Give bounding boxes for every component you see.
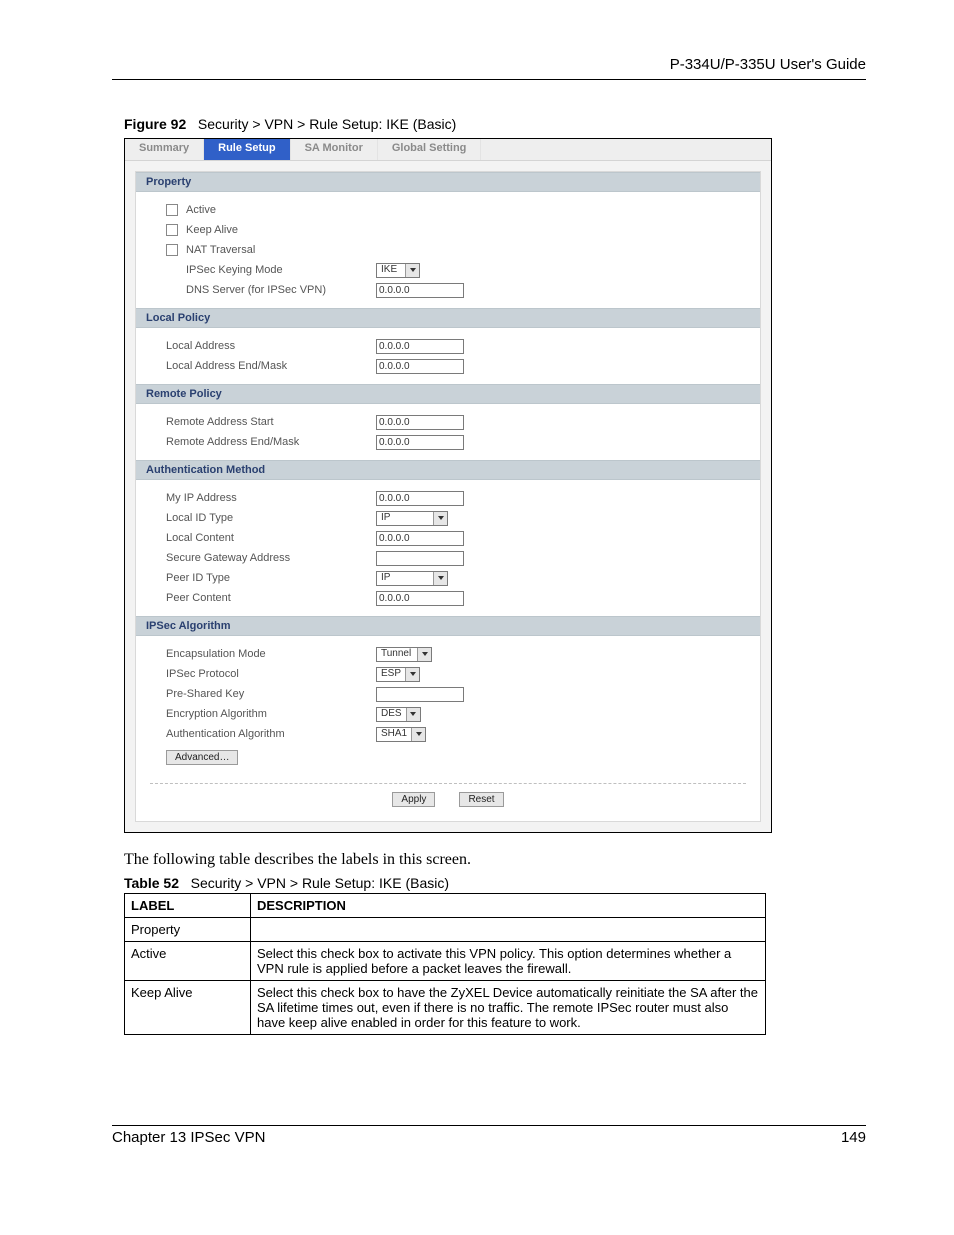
auth-algo-label: Authentication Algorithm [166,724,376,744]
remote-address-start-label: Remote Address Start [166,412,376,432]
active-label: Active [186,200,396,220]
local-address-input[interactable]: 0.0.0.0 [376,339,464,354]
encap-mode-label: Encapsulation Mode [166,644,376,664]
peer-id-type-select[interactable]: IP [376,571,448,586]
auth-algo-select[interactable]: SHA1 [376,727,426,742]
section-local-policy-header: Local Policy [136,308,760,328]
active-checkbox[interactable] [166,204,178,216]
peer-id-type-label: Peer ID Type [166,568,376,588]
keep-alive-label: Keep Alive [186,220,396,240]
local-content-label: Local Content [166,528,376,548]
tab-sa-monitor[interactable]: SA Monitor [291,139,378,160]
table-caption: Table 52 Security > VPN > Rule Setup: IK… [124,875,866,891]
section-property-header: Property [136,172,760,192]
secure-gateway-label: Secure Gateway Address [166,548,376,568]
chevron-down-icon [433,512,447,525]
chevron-down-icon [405,264,419,277]
psk-label: Pre-Shared Key [166,684,376,704]
local-address-label: Local Address [166,336,376,356]
ipsec-keying-mode-select[interactable]: IKE [376,263,420,278]
tab-bar: Summary Rule Setup SA Monitor Global Set… [125,139,771,161]
local-address-end-input[interactable]: 0.0.0.0 [376,359,464,374]
my-ip-label: My IP Address [166,488,376,508]
table-row: Keep Alive Select this check box to have… [125,981,766,1035]
keep-alive-checkbox[interactable] [166,224,178,236]
figure-caption: Figure 92 Security > VPN > Rule Setup: I… [124,116,866,132]
footer-chapter: Chapter 13 IPSec VPN [112,1129,265,1146]
footer-page: 149 [841,1129,866,1146]
nat-traversal-label: NAT Traversal [186,240,396,260]
header-rule [112,79,866,80]
ipsec-proto-select[interactable]: ESP [376,667,420,682]
body-text: The following table describes the labels… [124,851,866,869]
secure-gateway-input[interactable] [376,551,464,566]
advanced-button[interactable]: Advanced… [166,750,238,765]
header-guide: P-334U/P-335U User's Guide [112,56,866,73]
chevron-down-icon [433,572,447,585]
chevron-down-icon [406,708,420,721]
tab-global-setting[interactable]: Global Setting [378,139,482,160]
peer-content-label: Peer Content [166,588,376,608]
table-header-label: LABEL [125,894,251,918]
nat-traversal-checkbox[interactable] [166,244,178,256]
remote-address-end-input[interactable]: 0.0.0.0 [376,435,464,450]
description-table: LABEL DESCRIPTION Property Active Select… [124,893,766,1035]
chevron-down-icon [417,648,431,661]
table-header-desc: DESCRIPTION [251,894,766,918]
enc-algo-select[interactable]: DES [376,707,421,722]
ipsec-proto-label: IPSec Protocol [166,664,376,684]
remote-address-end-label: Remote Address End/Mask [166,432,376,452]
peer-content-input[interactable]: 0.0.0.0 [376,591,464,606]
psk-input[interactable] [376,687,464,702]
local-id-type-label: Local ID Type [166,508,376,528]
section-auth-method-header: Authentication Method [136,460,760,480]
chevron-down-icon [405,668,419,681]
local-address-end-label: Local Address End/Mask [166,356,376,376]
apply-button[interactable]: Apply [392,792,435,807]
enc-algo-label: Encryption Algorithm [166,704,376,724]
remote-address-start-input[interactable]: 0.0.0.0 [376,415,464,430]
reset-button[interactable]: Reset [459,792,503,807]
my-ip-input[interactable]: 0.0.0.0 [376,491,464,506]
dns-server-label: DNS Server (for IPSec VPN) [186,280,376,300]
local-content-input[interactable]: 0.0.0.0 [376,531,464,546]
section-remote-policy-header: Remote Policy [136,384,760,404]
screenshot-panel: Summary Rule Setup SA Monitor Global Set… [124,138,772,833]
table-row: Property [125,918,766,942]
tab-rule-setup[interactable]: Rule Setup [204,139,290,160]
chevron-down-icon [411,728,425,741]
tab-summary[interactable]: Summary [125,139,204,160]
ipsec-keying-mode-label: IPSec Keying Mode [186,260,376,280]
dns-server-input[interactable]: 0.0.0.0 [376,283,464,298]
section-ipsec-algo-header: IPSec Algorithm [136,616,760,636]
encap-mode-select[interactable]: Tunnel [376,647,432,662]
table-row: Active Select this check box to activate… [125,942,766,981]
local-id-type-select[interactable]: IP [376,511,448,526]
